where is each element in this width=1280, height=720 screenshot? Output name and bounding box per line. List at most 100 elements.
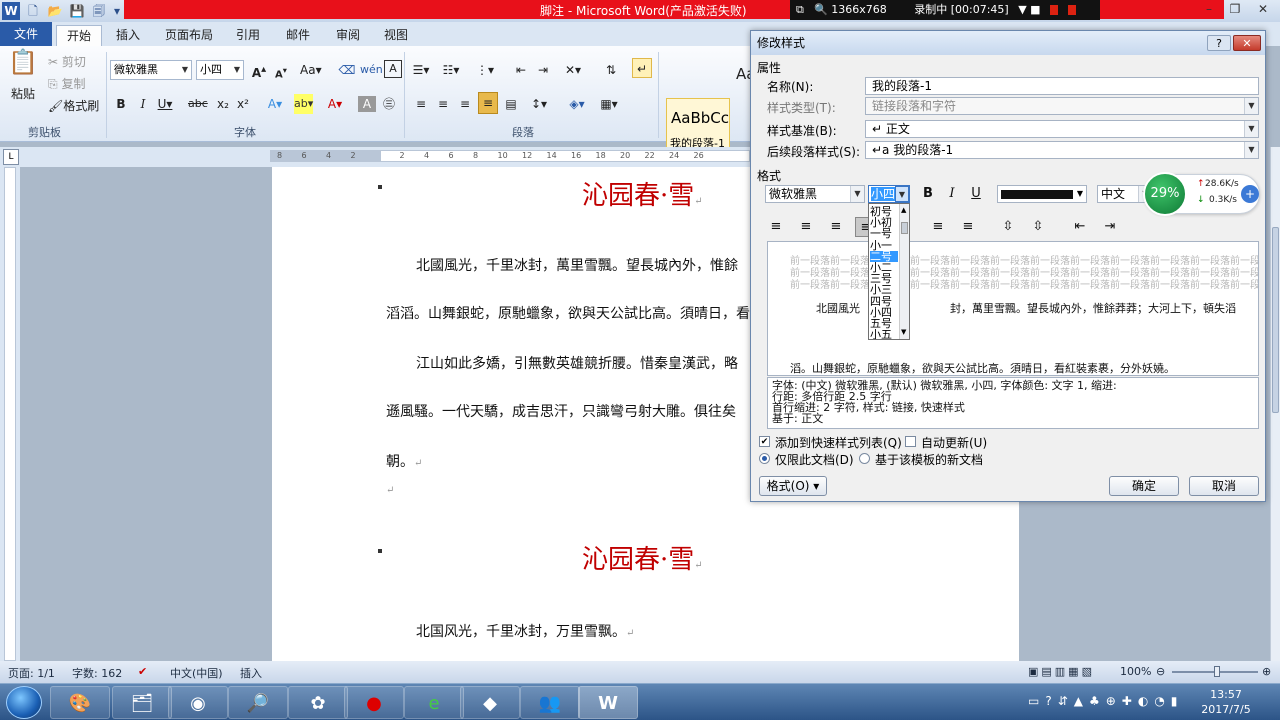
- font-size-option[interactable]: 三号: [870, 273, 898, 284]
- taskbar-app-ie-icon[interactable]: e: [404, 686, 464, 719]
- print-preview-icon[interactable]: 🗐: [90, 2, 108, 20]
- system-tray-icons[interactable]: ▭?⇵▲♣⊕✚◐◔▮: [1028, 694, 1183, 708]
- zoom-out-button[interactable]: ⊖: [1156, 665, 1165, 678]
- minimize-button[interactable]: –: [1196, 0, 1222, 19]
- font-size-option[interactable]: 四号: [870, 296, 898, 307]
- dialog-bold-button[interactable]: B: [917, 184, 939, 204]
- grow-font-button[interactable]: A▴: [250, 60, 268, 80]
- bullets-button[interactable]: ☰▾: [412, 60, 430, 80]
- taskbar-app-word-icon[interactable]: W: [578, 686, 638, 719]
- ok-button[interactable]: 确定: [1109, 476, 1179, 496]
- scroll-down-icon[interactable]: ▼: [901, 328, 906, 336]
- zoom-level[interactable]: 100%: [1120, 665, 1151, 678]
- bold-button[interactable]: B: [112, 94, 130, 114]
- tab-review[interactable]: 审阅: [328, 25, 368, 46]
- font-color-select[interactable]: ▼: [997, 185, 1087, 203]
- paragraph-line[interactable]: 朝。↵: [386, 451, 422, 471]
- decrease-indent-button[interactable]: ⇤: [512, 60, 530, 80]
- format-painter-button[interactable]: 🖌格式刷: [48, 96, 99, 116]
- tab-references[interactable]: 引用: [228, 25, 268, 46]
- tab-mailings[interactable]: 邮件: [278, 25, 318, 46]
- paragraph-line[interactable]: 北國風光，千里冰封，萬里雪飄。望長城內外，惟餘: [416, 255, 738, 275]
- taskbar-app-explorer-icon[interactable]: 🗂: [112, 686, 172, 719]
- help-button[interactable]: ?: [1207, 35, 1231, 51]
- taskbar-app-paint-icon[interactable]: 🎨: [50, 686, 110, 719]
- phonetic-guide-icon[interactable]: wén: [360, 60, 383, 80]
- proofing-icon[interactable]: ✔: [138, 665, 147, 678]
- format-menu-button[interactable]: 格式(O) ▾: [759, 476, 827, 496]
- pause-record-icon[interactable]: [1067, 5, 1076, 15]
- font-size-option[interactable]: 二号: [870, 250, 898, 262]
- char-shading-button[interactable]: A: [358, 96, 376, 112]
- subscript-button[interactable]: x₂: [214, 94, 232, 114]
- tab-view[interactable]: 视图: [376, 25, 416, 46]
- justify-button[interactable]: ≡: [478, 92, 498, 114]
- underline-button[interactable]: U▾: [156, 94, 174, 114]
- font-size-option[interactable]: 小初: [870, 217, 898, 228]
- dropdown-scroll-thumb[interactable]: [901, 222, 908, 234]
- clock[interactable]: 13:57 2017/7/5: [1196, 687, 1256, 717]
- dialog-close-button[interactable]: ✕: [1233, 35, 1261, 51]
- new-doc-icon[interactable]: 🗋: [24, 2, 42, 20]
- dialog-align-center-button[interactable]: ≡: [795, 217, 817, 237]
- dialog-single-spacing-button[interactable]: ≡: [927, 217, 949, 237]
- vertical-scrollbar[interactable]: [1270, 147, 1280, 661]
- font-size-option[interactable]: 初号: [870, 206, 898, 217]
- borders-button[interactable]: ▦▾: [600, 94, 618, 114]
- font-name-combo[interactable]: 微软雅黑 ▼: [110, 60, 192, 80]
- multilevel-list-button[interactable]: ⋮▾: [476, 60, 494, 80]
- dialog-double-spacing-button[interactable]: ≡: [957, 217, 979, 237]
- line-spacing-button[interactable]: ↕▾: [530, 94, 548, 114]
- font-size-option[interactable]: 小二: [870, 262, 898, 273]
- align-right-button[interactable]: ≡: [456, 94, 474, 114]
- tab-file[interactable]: 文件: [0, 22, 52, 46]
- font-size-dropdown-list[interactable]: 初号 小初 一号 小一 二号 小二 三号 小三 四号 小四 五号 小五 ▲ ▼: [868, 203, 910, 340]
- tab-page-layout[interactable]: 页面布局: [158, 25, 220, 46]
- chevron-down-icon[interactable]: ▼: [1244, 142, 1258, 158]
- font-size-option[interactable]: 小一: [870, 240, 898, 251]
- close-window-button[interactable]: ✕: [1250, 0, 1276, 19]
- shrink-font-button[interactable]: A▾: [272, 60, 290, 80]
- new-documents-radio[interactable]: [859, 453, 870, 464]
- superscript-button[interactable]: x²: [234, 94, 252, 114]
- font-size-option[interactable]: 小四: [870, 307, 898, 318]
- taskbar-app-search-icon[interactable]: 🔎: [228, 686, 288, 719]
- chevron-down-icon[interactable]: ▼: [850, 186, 864, 202]
- change-case-button[interactable]: Aa▾: [300, 60, 322, 80]
- based-on-select[interactable]: ↵ 正文 ▼: [865, 120, 1259, 138]
- chevron-down-icon[interactable]: ▼: [895, 186, 909, 202]
- stop-record-icon[interactable]: [1050, 5, 1059, 15]
- highlight-button[interactable]: ab▾: [294, 94, 314, 114]
- heading-1[interactable]: 沁园春·雪↵: [582, 175, 703, 212]
- style-name-input[interactable]: 我的段落-1: [865, 77, 1259, 95]
- language-status[interactable]: 中文(中国): [170, 665, 223, 681]
- text-effect-button[interactable]: A▾: [266, 94, 284, 114]
- chevron-down-icon[interactable]: ▼: [179, 61, 191, 79]
- taskbar-app-users-icon[interactable]: 👥: [520, 686, 580, 719]
- taskbar-app-chrome-icon[interactable]: ◉: [168, 686, 228, 719]
- font-color-button[interactable]: A▾: [326, 94, 344, 114]
- word-app-icon[interactable]: W: [2, 2, 20, 20]
- heading-2[interactable]: 沁园春·雪↵: [582, 539, 703, 576]
- tab-insert[interactable]: 插入: [108, 25, 148, 46]
- align-left-button[interactable]: ≡: [412, 94, 430, 114]
- dialog-space-after-button[interactable]: ⇳: [1027, 217, 1049, 237]
- view-buttons[interactable]: ▣▤▥▦▧: [1028, 665, 1095, 678]
- font-size-option[interactable]: 五号: [870, 318, 898, 329]
- strikethrough-button[interactable]: abc: [188, 94, 208, 114]
- asian-layout-button[interactable]: ✕▾: [564, 60, 582, 80]
- paste-icon[interactable]: 📋: [8, 50, 38, 86]
- save-icon[interactable]: 💾: [68, 2, 86, 20]
- scrollbar-thumb[interactable]: [1272, 227, 1279, 413]
- cut-button[interactable]: ✂ 剪切: [48, 52, 86, 72]
- auto-update-checkbox[interactable]: [905, 436, 916, 447]
- paragraph-line[interactable]: 江山如此多嬌，引無數英雄競折腰。惜秦皇漢武，略: [416, 353, 738, 373]
- dropdown-scrollbar[interactable]: ▲ ▼: [899, 204, 909, 339]
- dialog-align-right-button[interactable]: ≡: [825, 217, 847, 237]
- restore-button[interactable]: ❐: [1222, 0, 1248, 19]
- align-center-button[interactable]: ≡: [434, 94, 452, 114]
- dialog-space-before-button[interactable]: ⇳: [997, 217, 1019, 237]
- dialog-decrease-indent-button[interactable]: ⇤: [1069, 217, 1091, 237]
- dialog-size-select[interactable]: 小四 ▼: [868, 185, 910, 203]
- style-gallery-item-selected[interactable]: AaBbCc 我的段落-1: [666, 98, 730, 152]
